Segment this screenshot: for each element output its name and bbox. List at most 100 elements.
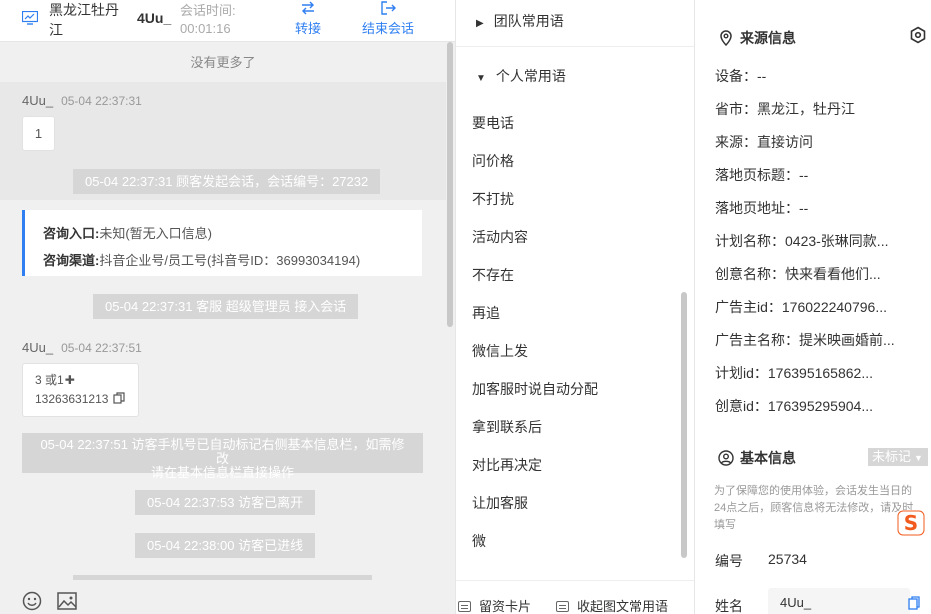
source-info-title: 来源信息 — [718, 28, 796, 48]
system-note: 05-04 22:37:31 客服 超级管理员 接入会话 — [93, 294, 359, 319]
phrase-item[interactable]: 要电话 — [472, 113, 514, 133]
lead-card-button[interactable]: 留资卡片 — [458, 596, 531, 614]
message-list[interactable]: 没有更多了 4Uu_ 05-04 22:37:31 1 05-04 22:37:3… — [0, 42, 455, 580]
advertiser-id-field: 广告主id：176022240796... — [715, 299, 887, 315]
system-note-line: 05-04 22:37:51 访客手机号已自动标记右侧基本信息栏，如需修改 — [40, 437, 405, 466]
phrase-item[interactable]: 不存在 — [472, 265, 514, 285]
session-time-label: 会话时间: — [180, 3, 236, 18]
tag-dropdown[interactable]: 未标记 ▼ — [868, 448, 928, 466]
plus-icon: ✚ — [64, 373, 75, 387]
collapse-phrases-button[interactable]: 收起图文常用语 — [556, 596, 668, 614]
advertiser-name-field: 广告主名称：提米映画婚前... — [715, 332, 895, 348]
group-label: 团队常用语 — [493, 13, 564, 29]
divider — [456, 46, 694, 47]
system-note: 05-04 22:37:53 访客已离开 — [135, 490, 316, 515]
chat-scrollbar[interactable] — [447, 42, 453, 327]
province-field: 省市：黑龙江，牡丹江 — [715, 101, 855, 117]
channel-label: 咨询渠道: — [43, 253, 100, 268]
channel-value: 抖音企业号/员工号(抖音号ID：36993034194) — [99, 253, 361, 268]
message-meta: 4Uu_ 05-04 22:37:51 — [22, 340, 142, 355]
caret-down-icon: ▼ — [914, 453, 923, 463]
message-time: 05-04 22:37:31 — [61, 94, 142, 108]
name-input[interactable]: 4Uu_ — [768, 588, 920, 614]
system-note — [73, 575, 372, 580]
system-note: 05-04 22:37:31 顾客发起会话，会话编号：27232 — [73, 169, 381, 194]
edit-notice: 为了保障您的使用体验，会话发生当日的24点之后，顾客信息将无法修改，请及时填写 — [714, 485, 914, 531]
settings-icon[interactable] — [909, 26, 927, 44]
message-meta: 4Uu_ 05-04 22:37:31 — [22, 93, 142, 108]
name-value: 4Uu_ — [780, 595, 812, 610]
phrase-item[interactable]: 对比再决定 — [472, 455, 542, 475]
phrase-item[interactable]: 再追 — [472, 303, 500, 323]
end-session-label: 结束会话 — [361, 21, 414, 36]
ime-icon[interactable]: S — [897, 510, 927, 536]
sender-name: 4Uu_ — [22, 340, 54, 355]
phrase-item[interactable]: 拿到联系后 — [472, 417, 542, 437]
phrase-item[interactable]: 不打扰 — [472, 189, 514, 209]
inquiry-info-card: 咨询入口:未知(暂无入口信息) 咨询渠道:抖音企业号/员工号(抖音号ID：369… — [22, 210, 422, 276]
creative-id-field: 创意id：176395295904... — [715, 398, 873, 414]
sender-name: 4Uu_ — [22, 93, 54, 108]
phrase-item[interactable]: 活动内容 — [472, 227, 528, 247]
number-label: 编号 — [715, 553, 743, 569]
location-pin-icon — [720, 30, 732, 46]
plan-name-field: 计划名称：0423-张琳同款... — [715, 233, 889, 249]
card-icon — [458, 601, 471, 612]
message-bubble[interactable]: 3 或1✚ 13263631213 — [22, 363, 139, 417]
transfer-label: 转接 — [294, 21, 321, 36]
copy-icon[interactable] — [113, 392, 125, 404]
name-label: 姓名 — [715, 598, 743, 614]
device-field: 设备：-- — [715, 68, 767, 84]
tag-label: 未标记 — [872, 449, 912, 464]
system-note-line: 请在基本信息栏直接操作 — [150, 465, 294, 480]
entry-label: 咨询入口: — [43, 226, 100, 241]
lead-card-label: 留资卡片 — [479, 599, 532, 614]
copy-icon[interactable] — [908, 596, 920, 610]
clipped-phrase — [472, 86, 562, 92]
exit-icon — [381, 1, 396, 15]
message-bubble[interactable]: 1 — [22, 116, 55, 151]
phrase-item[interactable]: 加客服时说自动分配 — [472, 379, 598, 399]
visitor-name: 4Uu_ — [137, 10, 172, 26]
svg-text:S: S — [904, 511, 918, 535]
caret-right-icon: ▶ — [476, 18, 484, 29]
no-more-text: 没有更多了 — [190, 55, 256, 70]
common-phrases-panel: ▶ 团队常用语 ▼ 个人常用语 要电话 问价格 不打扰 活动内容 不存在 再追 微信… — [455, 0, 695, 614]
section-label: 来源信息 — [740, 30, 796, 46]
collapse-phrases-label: 收起图文常用语 — [577, 599, 669, 614]
group-team-phrases[interactable]: ▶ 团队常用语 — [476, 11, 564, 31]
phrase-item[interactable]: 微 — [472, 531, 486, 551]
message-time: 05-04 22:37:51 — [61, 341, 142, 355]
landing-url-field: 落地页地址：-- — [715, 200, 809, 216]
group-label: 个人常用语 — [495, 68, 566, 84]
landing-title-field: 落地页标题：-- — [715, 167, 809, 183]
system-note: 05-04 22:37:51 访客手机号已自动标记右侧基本信息栏，如需修改 请在… — [22, 433, 423, 480]
transfer-icon — [302, 1, 314, 15]
message-icon — [556, 601, 569, 612]
caret-down-icon: ▼ — [476, 73, 486, 84]
monitor-icon — [22, 11, 38, 25]
entry-value: 未知(暂无入口信息) — [99, 226, 213, 241]
source-field: 来源：直接访问 — [715, 134, 813, 150]
group-personal-phrases[interactable]: ▼ 个人常用语 — [476, 66, 566, 86]
message-line: 3 或1 — [35, 373, 64, 387]
phrase-item[interactable]: 问价格 — [472, 151, 514, 171]
phone-number: 13263631213 — [35, 392, 109, 406]
emoji-icon[interactable] — [22, 591, 42, 611]
image-icon[interactable] — [57, 592, 77, 610]
transfer-button[interactable]: 转接 — [290, 0, 326, 37]
creative-name-field: 创意名称：快来看看他们... — [715, 266, 881, 282]
visitor-location: 黑龙江牡丹江 — [49, 2, 119, 38]
number-value: 25734 — [768, 551, 807, 567]
phrase-item[interactable]: 微信上发 — [472, 341, 528, 361]
system-note: 05-04 22:38:00 访客已进线 — [135, 533, 316, 558]
phrases-scrollbar[interactable] — [681, 292, 687, 558]
divider — [456, 580, 694, 581]
basic-info-title: 基本信息 — [718, 448, 796, 468]
phrase-item[interactable]: 让加客服 — [472, 493, 528, 513]
user-circle-icon — [718, 450, 734, 466]
session-time-value: 00:01:16 — [180, 21, 231, 36]
end-session-button[interactable]: 结束会话 — [358, 0, 418, 37]
chat-toolbar — [0, 583, 455, 614]
chat-header: 黑龙江牡丹江 4Uu_ 会话时间: 00:01:16 转接 结束会话 — [0, 0, 455, 42]
